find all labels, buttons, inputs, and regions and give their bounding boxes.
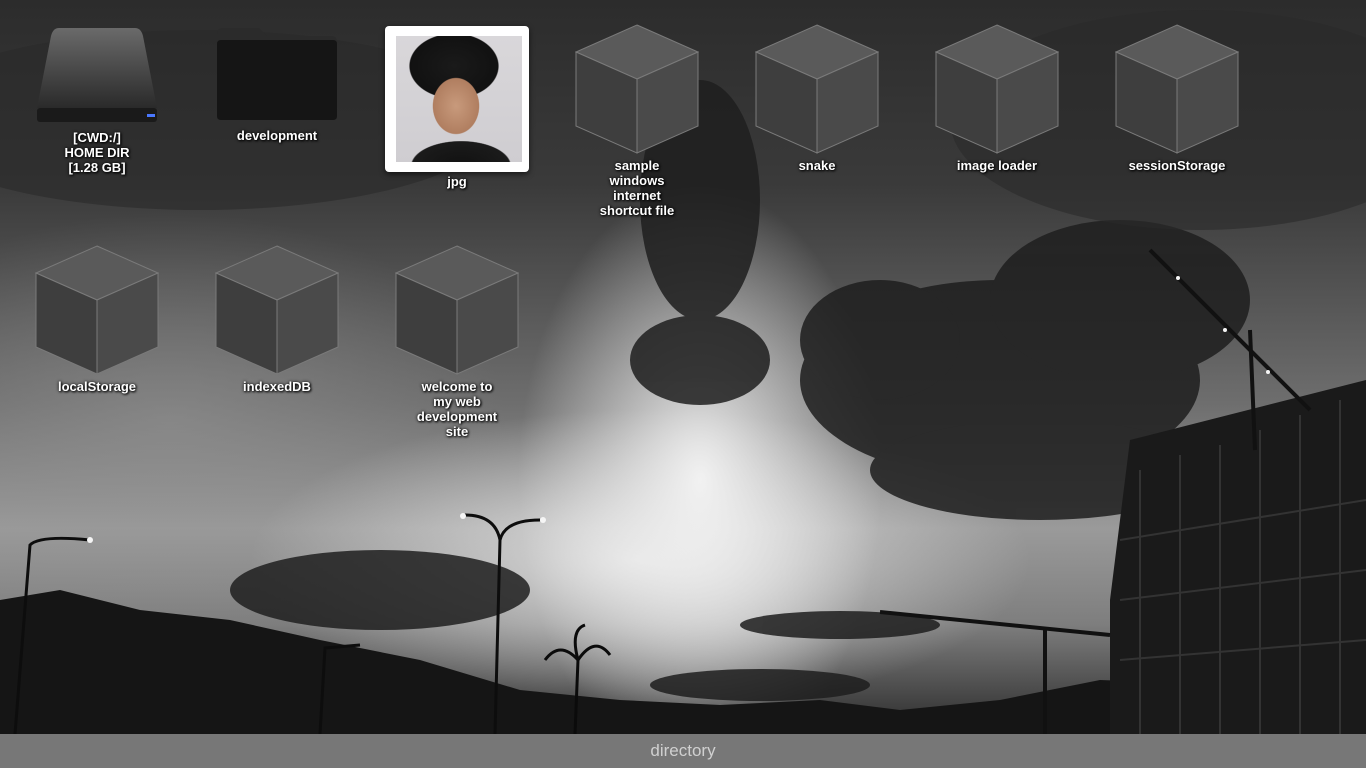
taskbar-directory-label[interactable]: directory: [650, 741, 715, 760]
image-thumbnail: [385, 26, 529, 172]
sample-windows-internet-shortcut-file-label: sample windows internet shortcut file: [599, 158, 675, 218]
cube-icon: [395, 245, 519, 375]
image-loader-app[interactable]: image loader: [922, 24, 1072, 173]
portrait-photo: [396, 36, 522, 162]
session-storage-label: sessionStorage: [1128, 158, 1226, 173]
development-folder[interactable]: development: [202, 24, 352, 143]
session-storage-app[interactable]: sessionStorage: [1102, 24, 1252, 173]
cube-icon: [755, 24, 879, 154]
cube-icon: [575, 24, 699, 154]
snake-app[interactable]: snake: [742, 24, 892, 173]
jpg-label: jpg: [447, 174, 467, 189]
welcome-site-label: welcome to my web development site: [416, 379, 498, 439]
home-dir-drive[interactable]: [CWD:/] HOME DIR [1.28 GB]: [22, 24, 172, 175]
jpg-file[interactable]: jpg: [382, 26, 532, 189]
hard-drive-icon: [37, 28, 157, 122]
welcome-site-app[interactable]: welcome to my web development site: [382, 245, 532, 439]
cube-icon: [1115, 24, 1239, 154]
snake-label: snake: [798, 158, 836, 173]
image-loader-label: image loader: [956, 158, 1038, 173]
cube-icon: [35, 245, 159, 375]
cube-icon: [215, 245, 339, 375]
development-label: development: [236, 128, 318, 143]
indexed-db-label: indexedDB: [243, 379, 311, 394]
local-storage-label: localStorage: [57, 379, 137, 394]
indexed-db-app[interactable]: indexedDB: [202, 245, 352, 394]
folder-icon: [217, 28, 337, 120]
local-storage-app[interactable]: localStorage: [22, 245, 172, 394]
home-dir-label: [CWD:/] HOME DIR [1.28 GB]: [64, 130, 130, 175]
cube-icon: [935, 24, 1059, 154]
sample-windows-internet-shortcut-file[interactable]: sample windows internet shortcut file: [562, 24, 712, 218]
taskbar[interactable]: directory: [0, 734, 1366, 768]
